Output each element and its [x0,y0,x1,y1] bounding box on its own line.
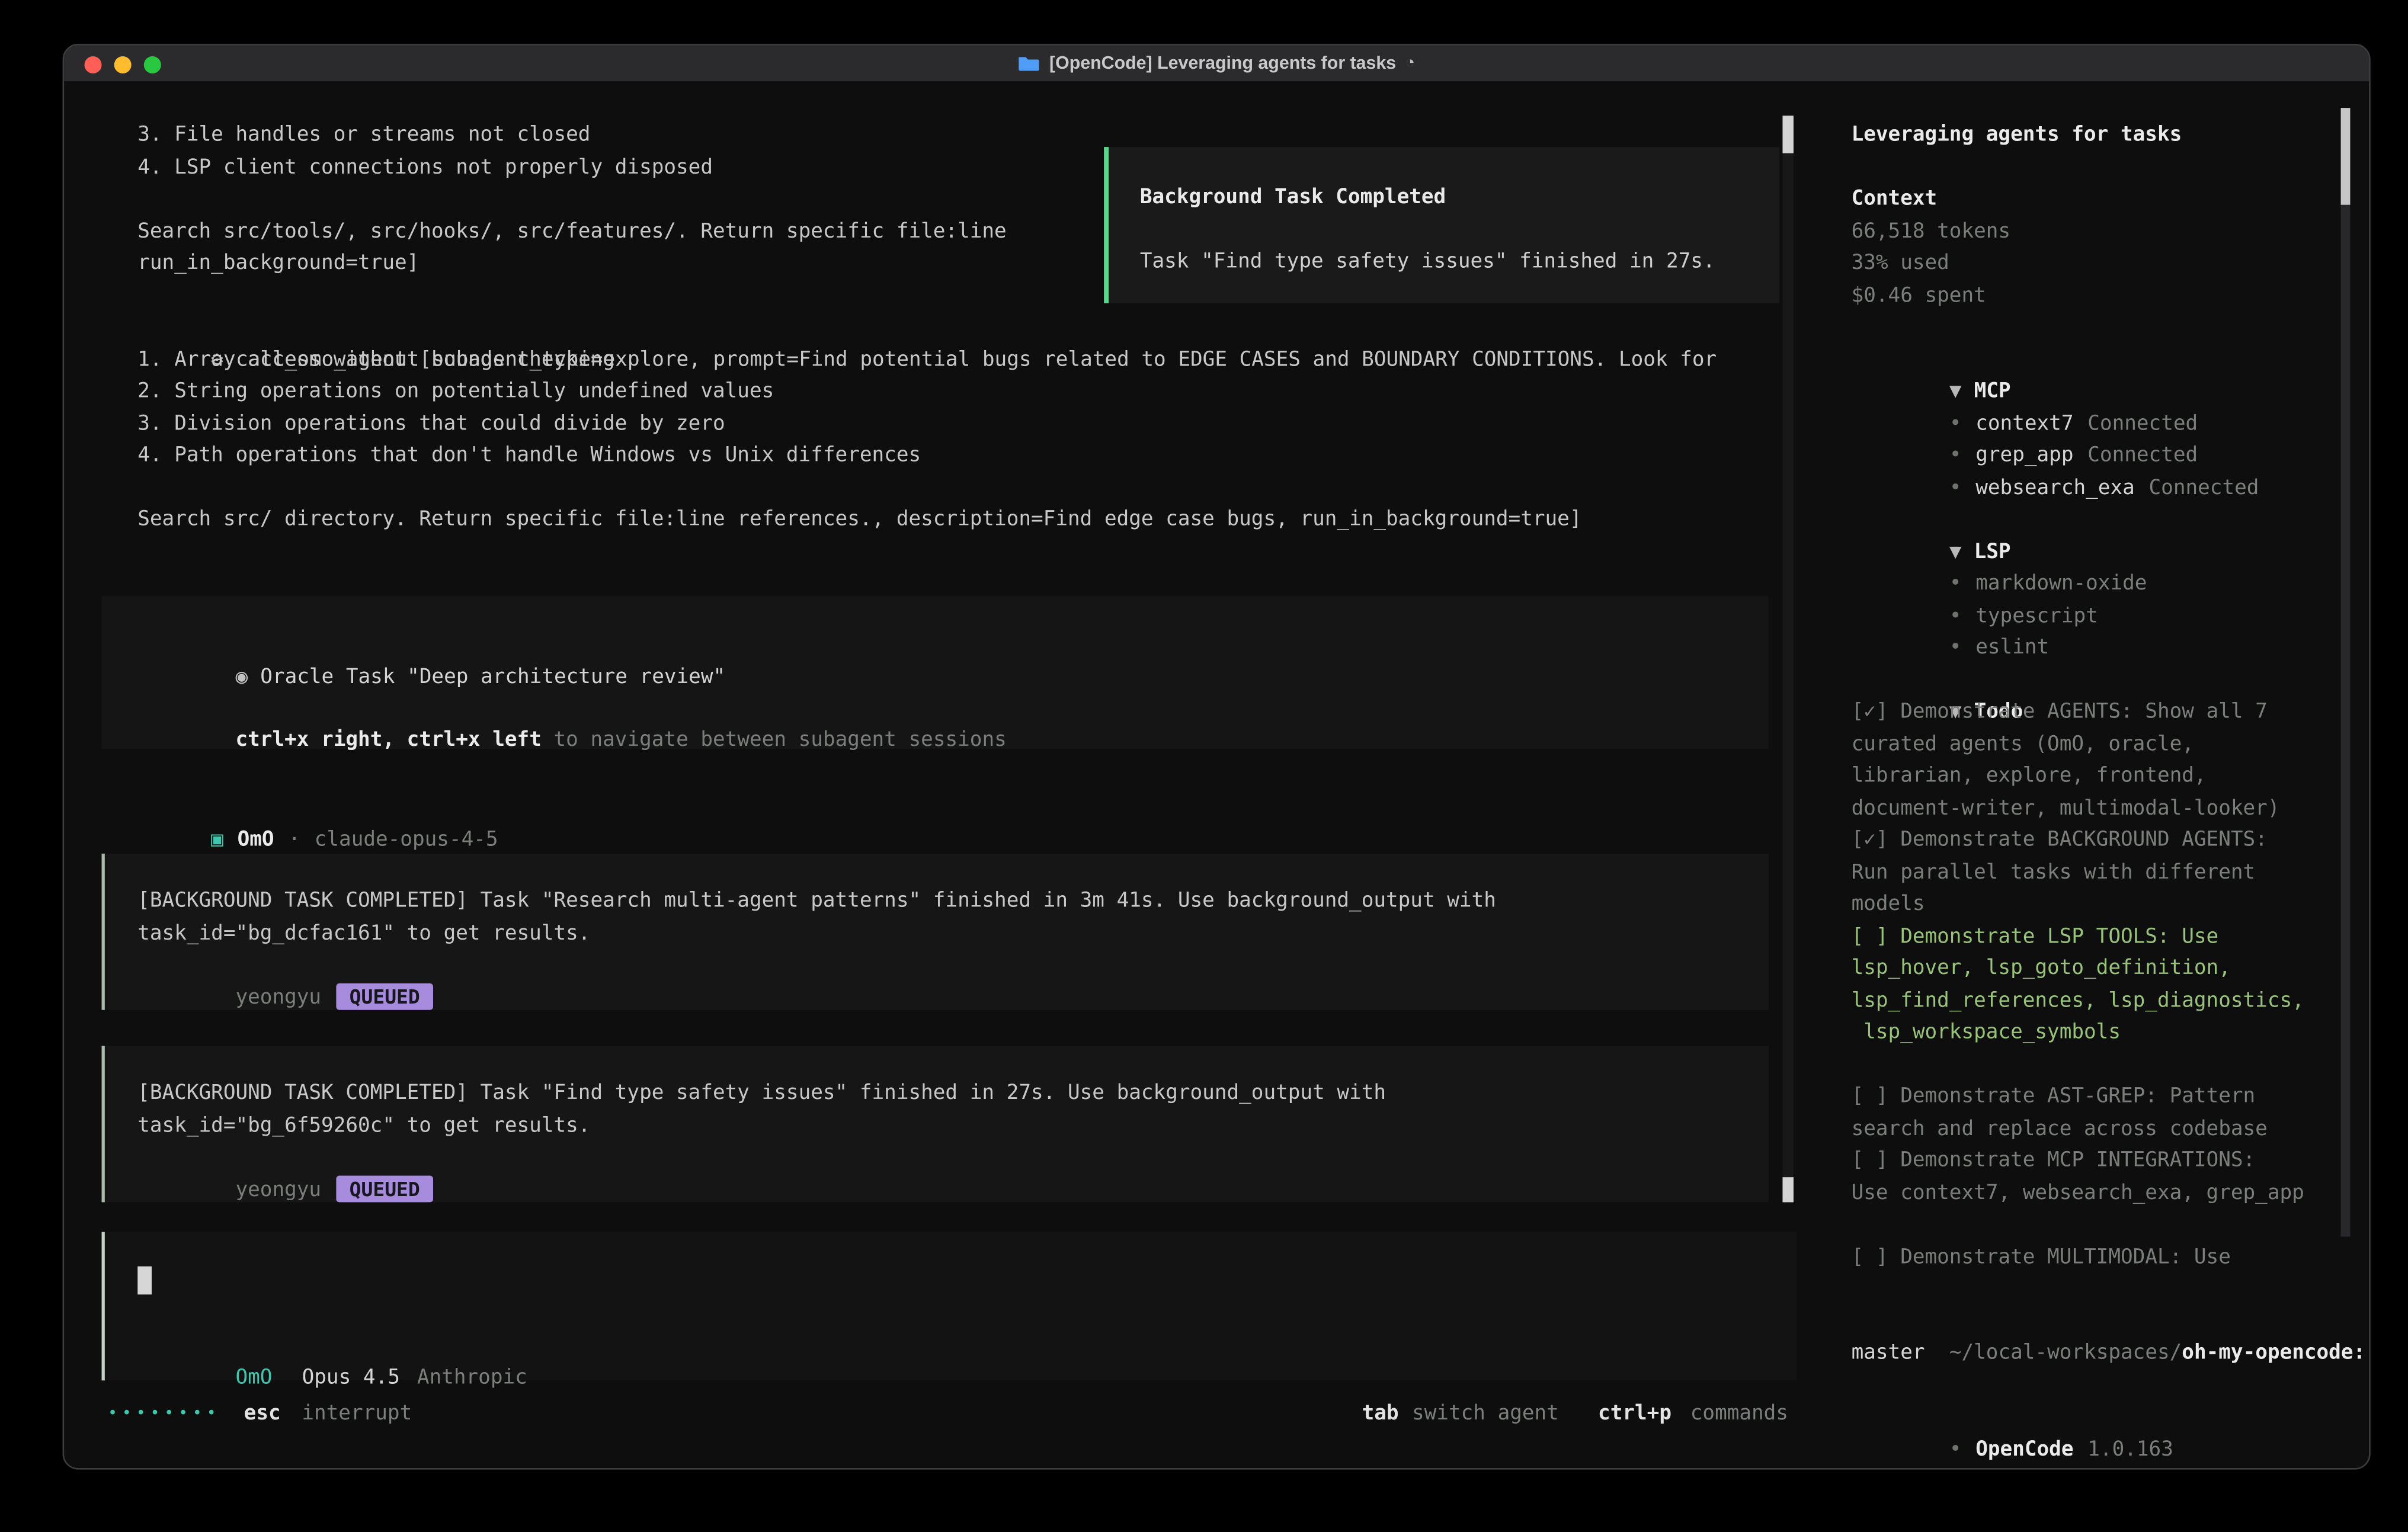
input-model-name: Opus 4.5 [302,1366,400,1389]
message-text: task_id="bg_dcfac161" to get results. [137,918,1768,950]
todo-item: [ ] Demonstrate LSP TOOLS: Use [1852,922,2336,954]
queued-badge: QUEUED [337,1175,432,1201]
chat-log: 3. File handles or streams not closed 4.… [137,120,1007,280]
input-agent-name: OmO [235,1366,272,1389]
context-tokens: 66,518 tokens [1852,217,2336,249]
scrollbar-thumb[interactable] [1782,116,1793,153]
esc-key-hint: esc [244,1399,281,1431]
bullet-icon: • [1949,412,1962,435]
context-spent: $0.46 spent [1852,281,2336,313]
agent-name: OmO [238,828,274,851]
tab-key-hint: tab [1362,1399,1399,1431]
todo-item: [✓] Demonstrate BACKGROUND AGENTS: [1852,825,2336,857]
log-line: 4. LSP client connections not properly d… [137,152,1007,184]
bullet-icon: • [1949,1438,1962,1462]
todo-item-line: librarian, explore, frontend, [1852,761,2336,793]
bullet-icon: • [1949,476,1962,500]
log-line: 1. Array access without bounds checking [137,345,1581,377]
queued-badge: QUEUED [337,983,432,1009]
log-line: 3. File handles or streams not closed [137,120,1007,152]
version-info: •OpenCode1.0.163 [1852,1402,2336,1434]
message-text: [BACKGROUND TASK COMPLETED] Task "Resear… [137,886,1768,918]
esc-key-label: interrupt [302,1399,412,1431]
separator: · [288,828,300,851]
todo-item-line: curated agents (OmO, oracle, [1852,729,2336,761]
folder-icon [1018,55,1040,72]
input-provider-name: Anthropic [417,1366,527,1389]
prompt-input[interactable]: OmOOpus 4.5Anthropic [102,1232,1797,1381]
oracle-hint-text: to navigate between subagent sessions [542,729,1007,752]
tool-call-prompt: 1. Array access without bounds checking … [137,345,1581,537]
context-heading: Context [1852,184,2336,216]
message-text: [BACKGROUND TASK COMPLETED] Task "Find t… [137,1079,1768,1111]
log-line: Search src/tools/, src/hooks/, src/featu… [137,217,1007,249]
log-line: 4. Path operations that don't handle Win… [137,441,1581,473]
text-cursor [137,1267,152,1295]
workspace-path: ~/local-workspaces/oh-my-opencode: [1852,1306,2336,1338]
window-title-text: [OpenCode] Leveraging agents for tasks [1049,54,1396,73]
agent-header: ▣OmO·claude-opus-4-5 [137,793,498,825]
log-line: 3. Division operations that could divide… [137,409,1581,441]
sidebar: Leveraging agents for tasks Context 66,5… [1852,120,2336,1434]
desktop-background: [OpenCode] Leveraging agents for tasks ◔… [0,0,2408,1532]
log-line: 2. String operations on potentially unde… [137,377,1581,409]
log-line: Search src/ directory. Return specific f… [137,505,1581,537]
todo-item-line: lsp_workspace_symbols [1852,1018,2336,1050]
agent-model: claude-opus-4-5 [315,828,498,851]
chevron-down-icon: ▼ [1949,380,1962,403]
notification-body: Task "Find type safety issues" finished … [1140,246,1749,278]
session-status-icon: ◔ [1405,55,1415,72]
scrollbar-thumb[interactable] [1782,1177,1793,1202]
bullet-icon: • [1949,572,1962,596]
todo-item-line: Use context7, websearch_exa, grep_app [1852,1178,2336,1210]
todo-item-line: lsp_hover, lsp_goto_definition, [1852,954,2336,986]
scrollbar-thumb[interactable] [2341,108,2351,205]
session-title: Leveraging agents for tasks [1852,120,2336,152]
notification-toast[interactable]: Background Task Completed Task "Find typ… [1104,147,1779,303]
sidebar-scrollbar[interactable] [2341,108,2351,1236]
oracle-icon: ◉ [235,665,248,689]
todo-item: [ ] Demonstrate MULTIMODAL: Use [1852,1242,2336,1274]
tab-key-label: switch agent [1412,1399,1559,1431]
oracle-task-panel: ◉Oracle Task "Deep architecture review" … [102,595,1769,749]
message-block: [BACKGROUND TASK COMPLETED] Task "Find t… [102,1046,1769,1202]
todo-item: [ ] Demonstrate AST-GREP: Pattern [1852,1082,2336,1114]
todo-item: [ ] Demonstrate MCP INTEGRATIONS: [1852,1146,2336,1178]
oracle-title: Oracle Task "Deep architecture review" [260,665,725,689]
minimize-button[interactable] [114,56,132,73]
bullet-icon: • [1949,604,1962,628]
todo-item: [✓] Demonstrate AGENTS: Show all 7 [1852,697,2336,729]
log-line: run_in_background=true] [137,249,1007,281]
terminal-window: [OpenCode] Leveraging agents for tasks ◔… [63,44,2371,1470]
ctrlp-key-hint: ctrl+p [1598,1399,1671,1431]
window-titlebar[interactable]: [OpenCode] Leveraging agents for tasks ◔ [64,46,2369,83]
zoom-button[interactable] [144,56,161,73]
window-title: [OpenCode] Leveraging agents for tasks ◔ [1018,54,1415,73]
todo-item-line: document-writer, multimodal-looker) [1852,793,2336,825]
ctrlp-key-label: commands [1690,1399,1788,1431]
oracle-hint-keys: ctrl+x right, ctrl+x left [235,729,541,752]
message-text: task_id="bg_6f59260c" to get results. [137,1111,1768,1143]
bullet-icon: • [1949,636,1962,660]
notification-title: Background Task Completed [1140,183,1749,215]
tool-call-line: ⚙call_omo_agent [subagent_type=explore, … [137,313,1717,345]
agent-icon: ▣ [211,828,223,851]
message-author: yeongyu [235,986,321,1009]
spinner-dots: •••••••• [108,1399,220,1431]
bullet-icon: • [1949,444,1962,467]
todo-item-line: models [1852,890,2336,922]
message-author: yeongyu [235,1178,321,1201]
model-selector[interactable]: OmOOpus 4.5Anthropic [137,1331,527,1363]
mcp-section-header[interactable]: ▼MCP [1852,345,2336,377]
main-scrollbar[interactable] [1782,116,1793,1202]
context-used: 33% used [1852,249,2336,281]
chevron-down-icon: ▼ [1949,540,1962,564]
close-button[interactable] [85,56,102,73]
todo-item-line: Run parallel tasks with different [1852,857,2336,889]
traffic-lights [85,56,161,73]
message-block: [BACKGROUND TASK COMPLETED] Task "Resear… [102,854,1769,1010]
todo-item-line: lsp_find_references, lsp_diagnostics, [1852,986,2336,1018]
todo-item-line: search and replace across codebase [1852,1114,2336,1146]
